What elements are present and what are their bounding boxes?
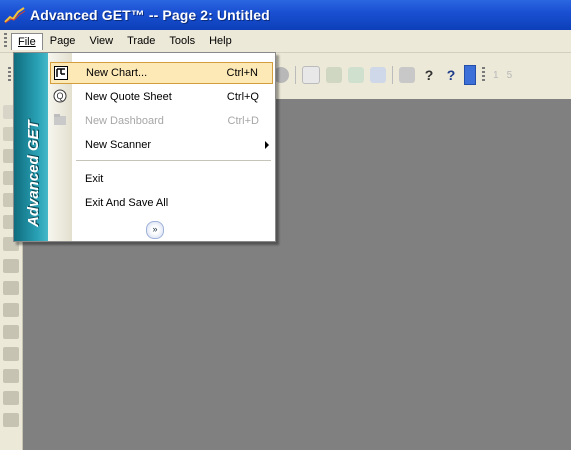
refresh-icon[interactable] [348,67,364,83]
banner-text: Advanced GET [25,120,42,227]
new-chart-icon [54,66,68,80]
menubar-grip[interactable] [4,33,7,49]
menu-file[interactable]: File [11,32,43,50]
svg-text:Q: Q [56,91,63,101]
window-title: Advanced GET™ -- Page 2: Untitled [30,7,270,23]
toolbar-value-1: 1 [493,69,499,81]
menu-item-shortcut: Ctrl+N [226,67,258,79]
menu-banner: Advanced GET [14,53,48,241]
menu-bar: File Page View Trade Tools Help [0,30,571,53]
menu-item-label: New Dashboard [85,115,164,127]
double-chevron-down-icon[interactable]: » [146,221,164,239]
tool-icon[interactable] [3,413,19,427]
menu-item-shortcut: Ctrl+D [227,115,259,127]
chart-trend-icon [4,7,26,24]
lock-icon[interactable] [326,67,342,83]
arrow-left-icon[interactable] [3,259,19,273]
title-bar: Advanced GET™ -- Page 2: Untitled [0,0,571,30]
menu-item-shortcut: Ctrl+Q [226,91,259,103]
menu-item-new-dashboard[interactable]: New Dashboard Ctrl+D [48,110,275,132]
menu-trade[interactable]: Trade [120,33,162,49]
submenu-arrow-icon [265,141,269,149]
toolbar-grip[interactable] [8,67,11,83]
tool-icon[interactable] [3,303,19,317]
tool-icon[interactable] [3,347,19,361]
menu-page[interactable]: Page [43,33,83,49]
toolbar-value-2: 5 [506,69,513,81]
menu-item-label: New Quote Sheet [85,91,172,103]
dashboard-icon [54,114,66,125]
page-icon[interactable] [302,66,320,84]
arrow-right-icon[interactable] [3,281,19,295]
toolbar-overflow-dropdown[interactable] [464,65,476,85]
tool-icon[interactable] [3,369,19,383]
menu-item-exit-and-save-all[interactable]: Exit And Save All [48,192,275,214]
menu-separator [76,160,271,161]
quote-sheet-icon: Q [53,89,67,103]
menu-view[interactable]: View [82,33,120,49]
menu-item-new-scanner[interactable]: New Scanner [48,134,275,156]
file-menu-dropdown: Advanced GET New Chart... Ctrl+N Q New Q… [13,52,276,242]
menu-item-label: New Scanner [85,139,152,151]
menu-item-exit[interactable]: Exit [48,168,275,190]
print-icon[interactable] [399,67,415,83]
menu-item-label: New Chart... [86,67,148,79]
menu-item-label: Exit [85,173,104,185]
help-icon[interactable]: ? [421,67,437,83]
menu-item-new-quote-sheet[interactable]: Q New Quote Sheet Ctrl+Q [48,86,275,108]
menu-tools[interactable]: Tools [162,33,202,49]
tool-icon[interactable] [3,391,19,405]
menu-item-label: Exit And Save All [85,197,169,209]
toolbar-grip-2[interactable] [482,67,485,83]
menu-item-new-chart[interactable]: New Chart... Ctrl+N [50,62,273,84]
menu-help[interactable]: Help [202,33,239,49]
toolbar-separator [295,66,296,84]
toolbar-strip: ? ? 1 5 [270,61,571,89]
context-help-icon[interactable]: ? [443,67,459,83]
toolbar-separator [392,66,393,84]
tool-icon[interactable] [3,325,19,339]
navigate-icon[interactable] [370,67,386,83]
